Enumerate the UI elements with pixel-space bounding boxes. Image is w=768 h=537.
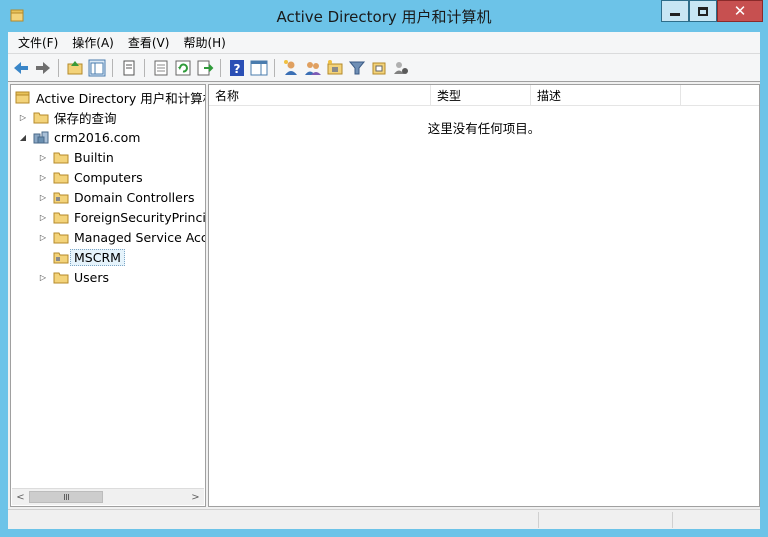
expand-arrow-icon[interactable]: ▷ (17, 111, 29, 123)
menu-action[interactable]: 操作(A) (66, 34, 120, 51)
expand-arrow-icon[interactable]: ▷ (37, 211, 49, 223)
status-segment (538, 512, 672, 528)
results-pane[interactable]: 名称 类型 描述 这里没有任何项目。 (208, 84, 760, 507)
folder-icon (53, 272, 69, 283)
column-headers: 名称 类型 描述 (209, 85, 759, 106)
new-group-icon[interactable] (304, 59, 322, 77)
filter-icon[interactable] (348, 59, 366, 77)
folder-icon (53, 172, 69, 183)
new-ou-icon[interactable] (326, 59, 344, 77)
close-icon: ✕ (733, 1, 747, 20)
tree-item-managed-service-accounts[interactable]: ▷ Managed Service Acco (37, 227, 206, 247)
title-bar[interactable]: Active Directory 用户和计算机 ✕ (0, 0, 768, 32)
tree-root[interactable]: Active Directory 用户和计算机 (15, 87, 206, 107)
ad-root-icon (15, 91, 30, 103)
scroll-right-icon[interactable]: > (187, 489, 204, 505)
tree-root-label: Active Directory 用户和计算机 (36, 90, 206, 106)
refresh-icon[interactable] (174, 59, 192, 77)
menu-file[interactable]: 文件(F) (12, 34, 64, 51)
folder-icon (33, 112, 49, 123)
expand-arrow-icon[interactable]: ▷ (37, 191, 49, 203)
status-segment (672, 512, 760, 528)
tree-item-label: Users (74, 269, 110, 285)
tree-item-label: 保存的查询 (54, 110, 117, 126)
back-arrow-icon[interactable] (12, 59, 30, 77)
menu-bar: 文件(F) 操作(A) 查看(V) 帮助(H) (8, 32, 760, 54)
domain-icon (33, 131, 49, 143)
ou-icon (53, 192, 69, 203)
column-header-type[interactable]: 类型 (431, 85, 531, 106)
delegate-control-icon[interactable] (392, 59, 410, 77)
add-to-group-icon[interactable] (370, 59, 388, 77)
show-console-tree-icon[interactable] (88, 59, 106, 77)
toolbar: ? (8, 54, 760, 82)
window-title: Active Directory 用户和计算机 (276, 8, 492, 26)
tree-item-foreign-security-principals[interactable]: ▷ ForeignSecurityPrincipa (37, 207, 206, 227)
copy-icon[interactable] (120, 59, 138, 77)
minimize-button[interactable] (661, 0, 689, 22)
tree-item-label: Managed Service Acco (74, 229, 206, 245)
tree-item-label: Domain Controllers (74, 189, 195, 205)
tree-item-computers[interactable]: ▷ Computers (37, 167, 143, 187)
maximize-icon (698, 6, 708, 16)
tree-item-users[interactable]: ▷ Users (37, 267, 109, 287)
grip-icon (63, 494, 69, 500)
empty-list-message: 这里没有任何项目。 (427, 121, 541, 136)
minimize-icon (670, 12, 680, 16)
folder-icon (53, 232, 69, 243)
scroll-thumb[interactable] (29, 491, 103, 503)
console-tree[interactable]: Active Directory 用户和计算机 ▷ 保存的查询 ◢ crm201… (10, 84, 206, 507)
expand-arrow-icon[interactable]: ▷ (37, 271, 49, 283)
tree-item-label: crm2016.com (54, 129, 141, 145)
tree-item-domain-controllers[interactable]: ▷ Domain Controllers (37, 187, 195, 207)
svg-text:?: ? (234, 62, 241, 76)
horizontal-scrollbar[interactable]: < > (12, 488, 204, 505)
properties-icon[interactable] (152, 59, 170, 77)
tree-item-mscrm[interactable]: MSCRM (53, 247, 125, 267)
up-folder-icon[interactable] (66, 59, 84, 77)
expand-arrow-icon[interactable]: ▷ (37, 231, 49, 243)
ou-icon (53, 252, 69, 263)
column-header-name[interactable]: 名称 (209, 85, 431, 106)
tree-item-domain[interactable]: ◢ crm2016.com (17, 127, 141, 147)
tree-item-builtin[interactable]: ▷ Builtin (37, 147, 114, 167)
menu-view[interactable]: 查看(V) (122, 34, 176, 51)
close-button[interactable]: ✕ (717, 0, 763, 22)
tree-item-label: ForeignSecurityPrincipa (74, 209, 206, 225)
column-header-description[interactable]: 描述 (531, 85, 681, 106)
expand-arrow-icon[interactable]: ▷ (37, 151, 49, 163)
export-list-icon[interactable] (196, 59, 214, 77)
status-bar (8, 509, 760, 529)
window-client: 文件(F) 操作(A) 查看(V) 帮助(H) ? Active Directo… (8, 32, 760, 529)
folder-icon (53, 212, 69, 223)
tree-item-saved-queries[interactable]: ▷ 保存的查询 (17, 107, 117, 127)
maximize-button[interactable] (689, 0, 717, 22)
show-action-pane-icon[interactable] (250, 59, 268, 77)
collapse-arrow-icon[interactable]: ◢ (17, 131, 29, 143)
folder-icon (53, 152, 69, 163)
tree-item-label: Computers (74, 169, 143, 185)
tree-item-label: MSCRM (70, 248, 125, 266)
expand-arrow-icon[interactable]: ▷ (37, 171, 49, 183)
menu-help[interactable]: 帮助(H) (177, 34, 231, 51)
scroll-left-icon[interactable]: < (12, 489, 29, 505)
help-icon[interactable]: ? (228, 59, 246, 77)
forward-arrow-icon[interactable] (34, 59, 52, 77)
new-user-icon[interactable] (282, 59, 300, 77)
tree-item-label: Builtin (74, 149, 114, 165)
